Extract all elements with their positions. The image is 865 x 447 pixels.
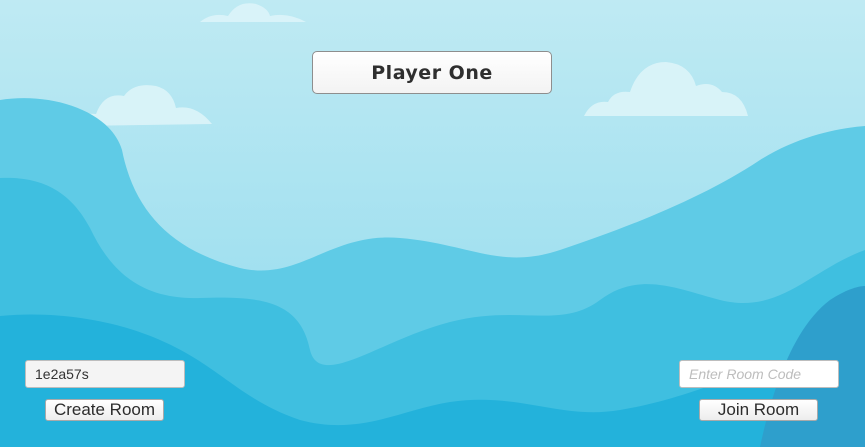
- player-name-text: Player One: [371, 61, 493, 84]
- join-room-button[interactable]: Join Room: [699, 399, 818, 421]
- player-name-label: Player One: [312, 51, 552, 94]
- room-code-output-field[interactable]: [25, 360, 185, 388]
- create-room-button[interactable]: Create Room: [45, 399, 164, 421]
- room-code-input-field[interactable]: [679, 360, 839, 388]
